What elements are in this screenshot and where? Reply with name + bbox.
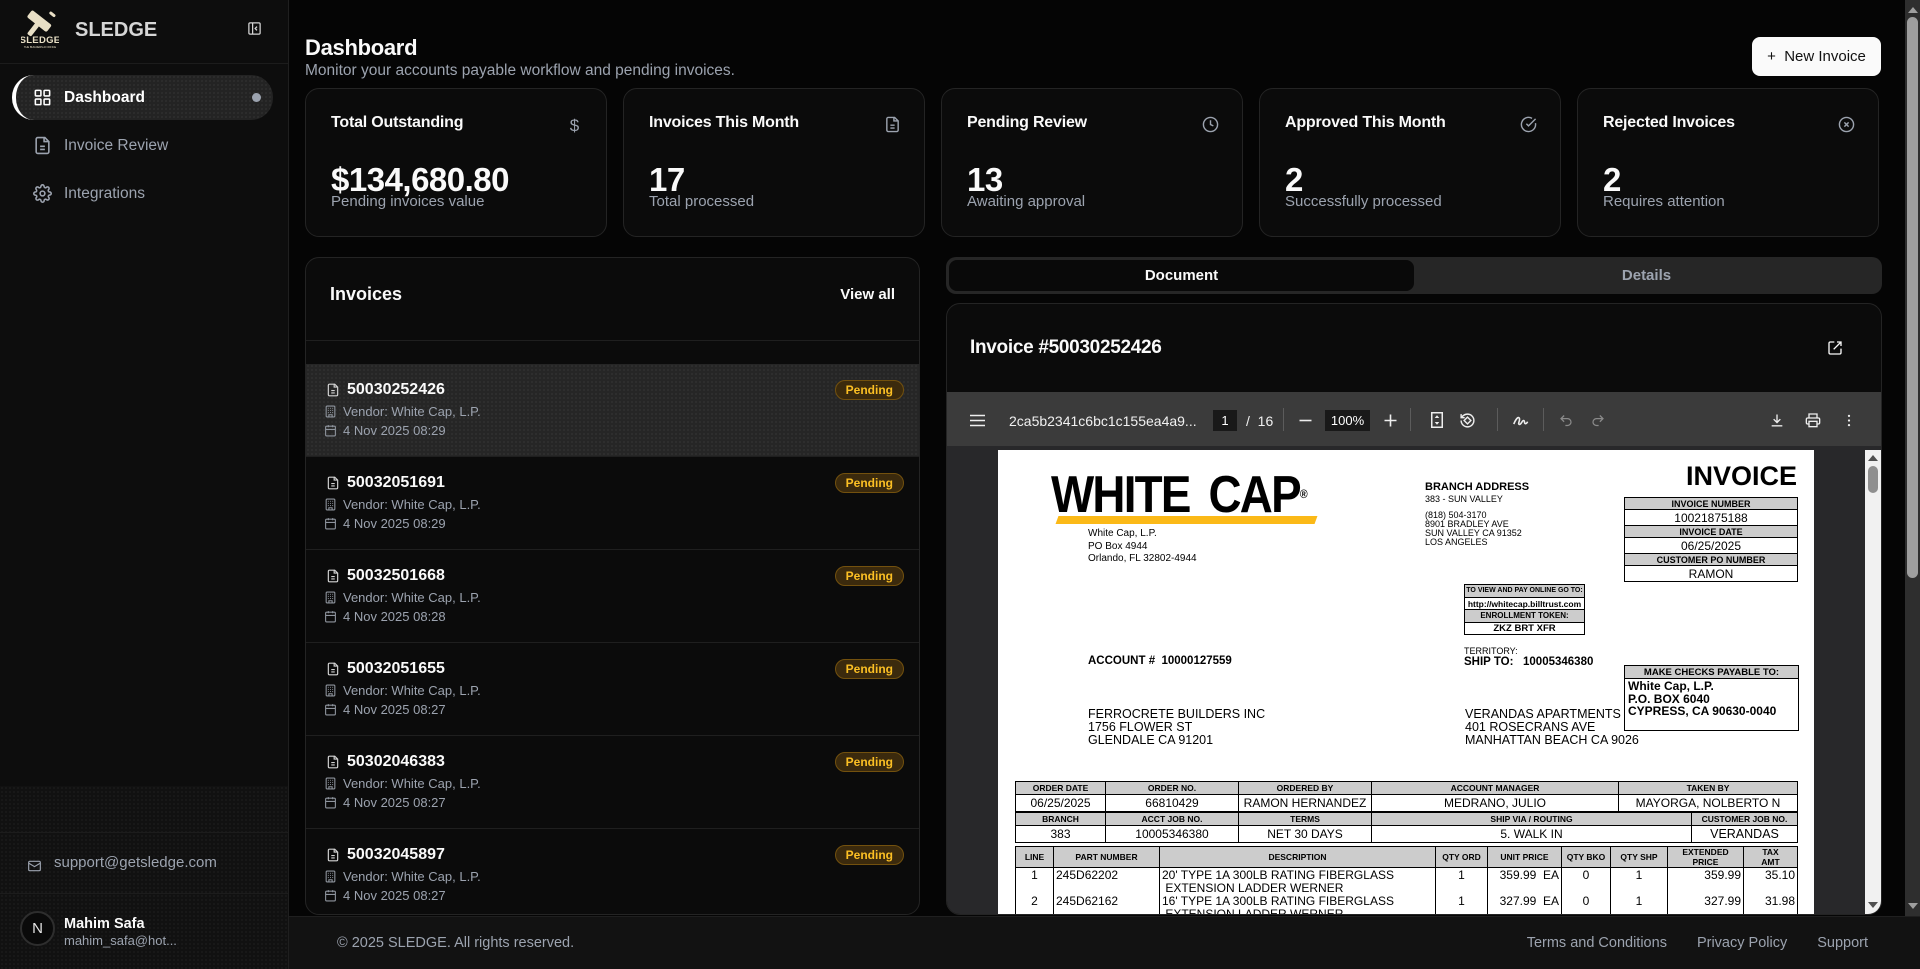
svg-text:THE BUILDERS AI OFFICE: THE BUILDERS AI OFFICE	[24, 45, 56, 49]
svg-text:SLEDGE: SLEDGE	[21, 35, 59, 46]
